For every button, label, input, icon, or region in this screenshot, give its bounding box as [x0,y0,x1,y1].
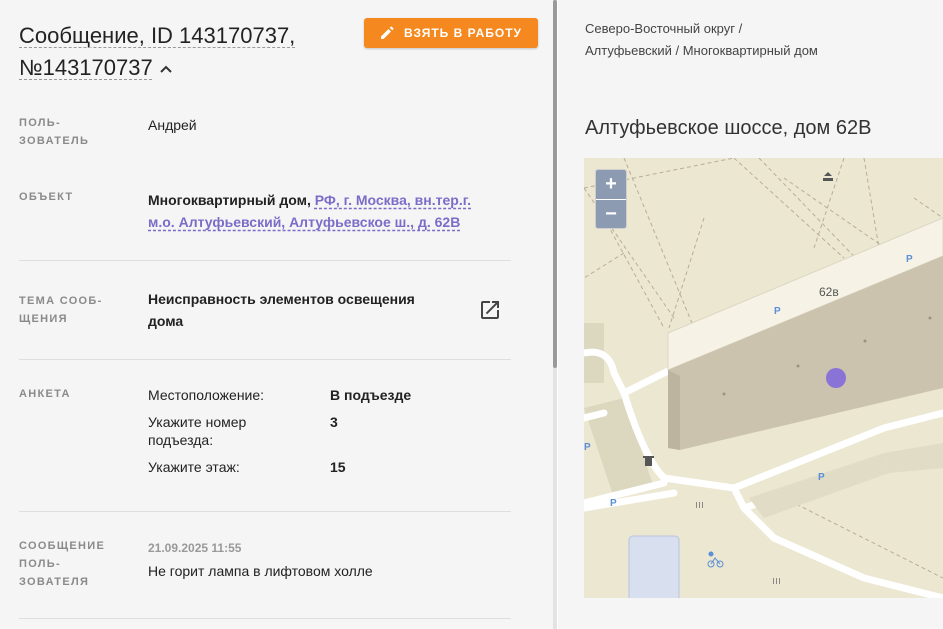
user-message-label: СООБЩЕНИЕ ПОЛЬ- ЗОВАТЕЛЯ [19,540,106,588]
divider [19,260,511,261]
object-type: Многоквартирный дом, [148,192,311,208]
user-value: Андрей [148,117,197,133]
survey-label: АНКЕТА [19,388,71,400]
location-marker[interactable] [826,368,846,388]
user-label: ПОЛЬ- ЗОВАТЕЛЬ [19,117,90,147]
object-value: Многоквартирный дом, РФ, г. Москва, вн.т… [148,189,498,233]
divider [19,359,511,360]
zoom-out-button[interactable]: − [596,199,626,228]
message-title-text: Сообщение, ID 143170737, №143170737 [19,23,296,80]
parking-icon: P [906,254,913,265]
survey-question: Местоположение: [148,387,265,403]
message-title[interactable]: Сообщение, ID 143170737, №143170737 [19,20,349,84]
message-panel: Сообщение, ID 143170737, №143170737 ВЗЯТ… [0,0,556,629]
map-canvas[interactable]: P P P P P 62в [584,158,943,598]
divider [19,511,511,512]
parking-icon: P [774,306,781,317]
user-message-time: 21.09.2025 11:55 [148,541,242,555]
parking-icon: P [610,498,617,509]
survey-answer: 3 [330,414,338,430]
survey-question: Укажите номер подъезда: [148,414,247,448]
parking-icon: P [584,442,591,453]
open-external-icon[interactable] [478,298,502,322]
chevron-up-icon[interactable] [159,51,173,83]
topic-value: Неисправность элементов освещения дома [148,291,415,329]
survey-answer: 15 [330,459,346,475]
survey-question: Укажите этаж: [148,459,240,475]
scrollbar-thumb[interactable] [553,0,557,368]
breadcrumb: Северо-Восточный округ / Алтуфьевский / … [585,21,818,58]
zoom-in-button[interactable]: + [596,170,626,199]
take-to-work-label: ВЗЯТЬ В РАБОТУ [403,26,522,40]
map[interactable]: P P P P P 62в [584,158,943,598]
survey-answer: В подъезде [330,387,412,403]
parking-icon: P [818,472,825,483]
building-label: 62в [819,285,839,299]
topic-label: ТЕМА СООБ- ЩЕНИЯ [19,295,103,325]
object-label: ОБЪЕКТ [19,191,74,203]
divider [19,618,511,619]
zoom-control: + − [595,169,627,229]
take-to-work-button[interactable]: ВЗЯТЬ В РАБОТУ [364,18,538,48]
user-message-text: Не горит лампа в лифтовом холле [148,563,373,579]
location-address: Алтуфьевское шоссе, дом 62В [585,117,872,139]
pencil-icon [380,26,394,39]
